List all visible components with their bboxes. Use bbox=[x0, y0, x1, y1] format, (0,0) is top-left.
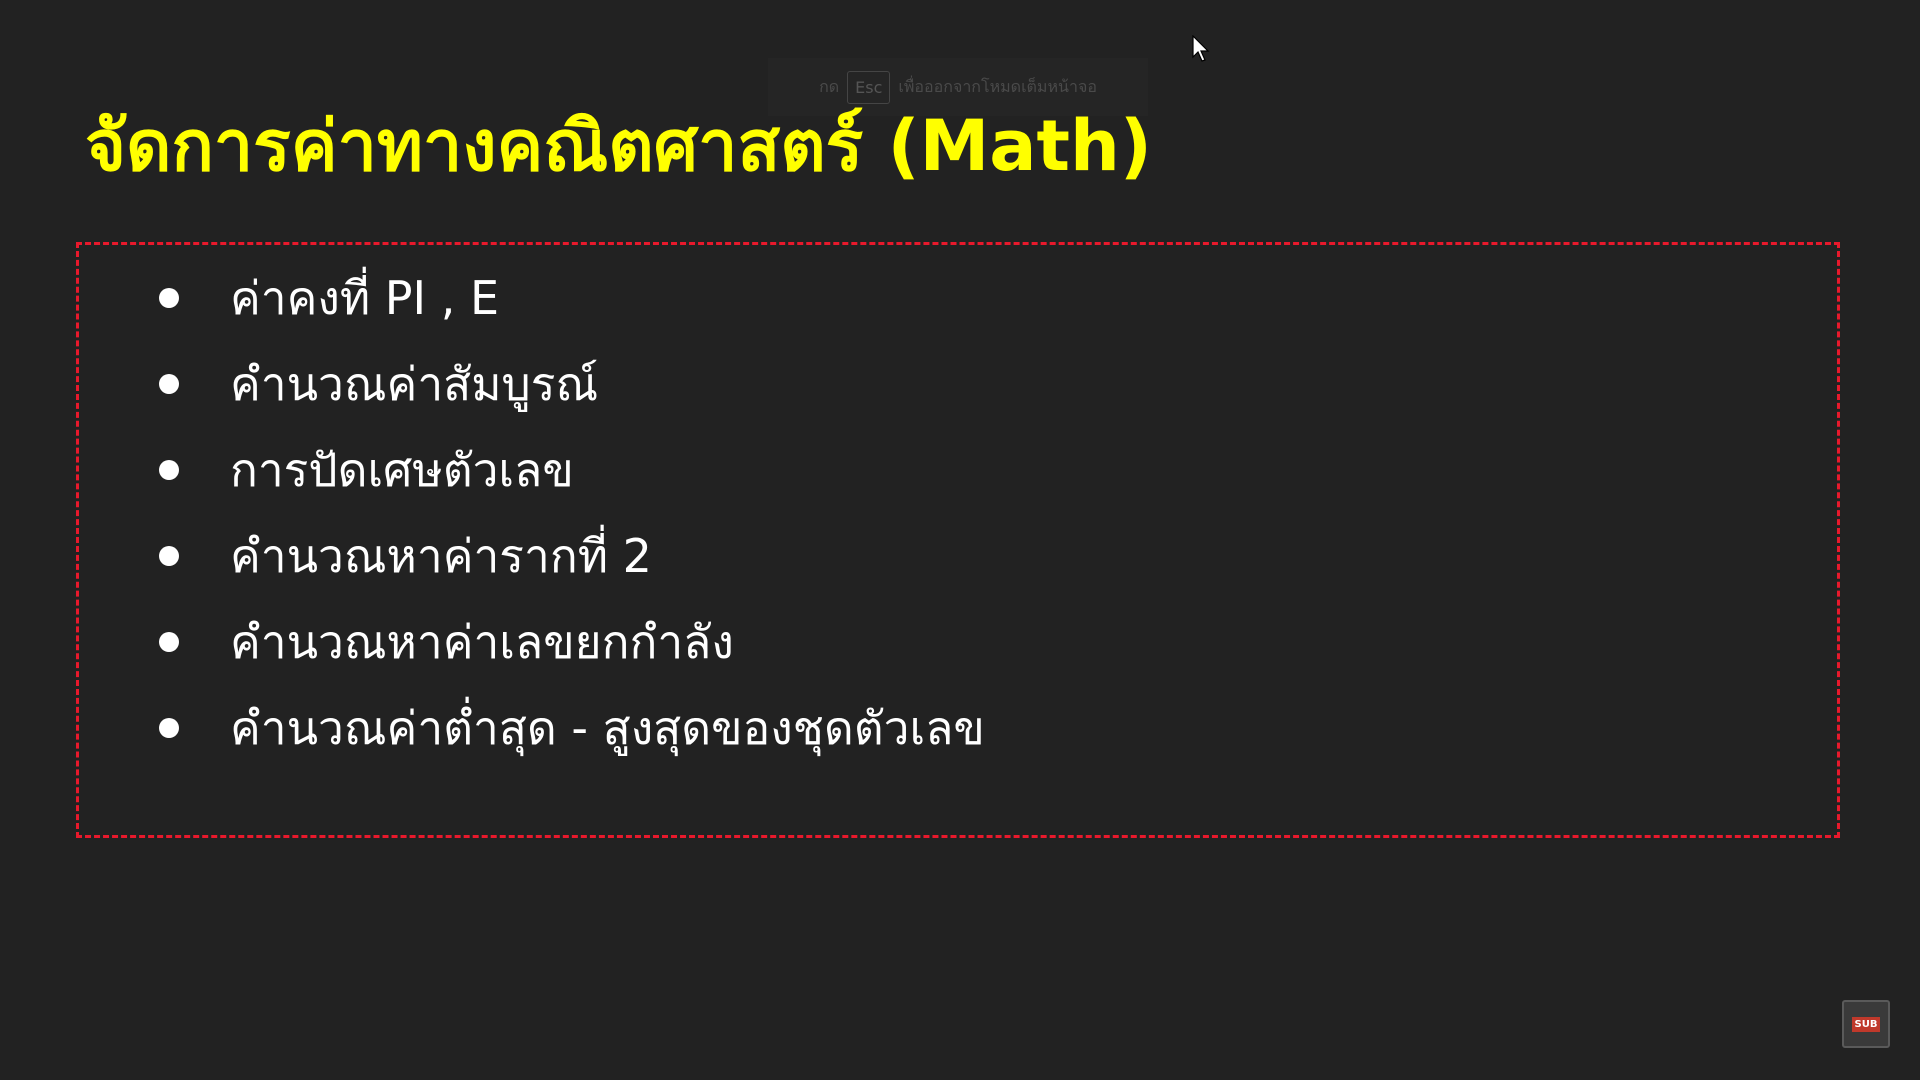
list-item-text: ค่าคงที่ PI , E bbox=[230, 270, 500, 325]
bullet-dot-icon bbox=[159, 288, 179, 308]
bullet-dot-icon bbox=[159, 546, 179, 566]
bullet-dot-icon bbox=[159, 718, 179, 738]
list-item: คำนวณค่าต่ำสุด - สูงสุดของชุดตัวเลข bbox=[119, 685, 985, 771]
list-item-text: คำนวณหาค่าเลขยกกำลัง bbox=[230, 614, 734, 669]
list-item-text: การปัดเศษตัวเลข bbox=[230, 442, 574, 497]
list-item: คำนวณหาค่าเลขยกกำลัง bbox=[119, 599, 985, 685]
fullscreen-hint-suffix: เพื่อออกจากโหมดเต็มหน้าจอ bbox=[898, 76, 1097, 96]
slide-title: จัดการค่าทางคณิตศาสตร์ (Math) bbox=[85, 105, 1152, 187]
list-item: คำนวณหาค่ารากที่ 2 bbox=[119, 513, 985, 599]
list-item-text: คำนวณค่าสัมบูรณ์ bbox=[230, 356, 599, 411]
esc-key-badge: Esc bbox=[847, 70, 891, 104]
list-item: ค่าคงที่ PI , E bbox=[119, 255, 985, 341]
list-item-text: คำนวณหาค่ารากที่ 2 bbox=[230, 528, 652, 583]
subtitle-icon-label: SUB bbox=[1851, 1016, 1881, 1032]
list-item: คำนวณค่าสัมบูรณ์ bbox=[119, 341, 985, 427]
bullet-list: ค่าคงที่ PI , E คำนวณค่าสัมบูรณ์ การปัดเ… bbox=[119, 255, 985, 771]
list-item-text: คำนวณค่าต่ำสุด - สูงสุดของชุดตัวเลข bbox=[230, 700, 985, 755]
list-item: การปัดเศษตัวเลข bbox=[119, 427, 985, 513]
bullet-dot-icon bbox=[159, 374, 179, 394]
subtitle-icon[interactable]: SUB bbox=[1842, 1000, 1890, 1048]
bullet-dot-icon bbox=[159, 632, 179, 652]
mouse-cursor-icon bbox=[1192, 35, 1210, 62]
fullscreen-hint-prefix: กด bbox=[819, 76, 840, 96]
bullet-dot-icon bbox=[159, 460, 179, 480]
content-box: ค่าคงที่ PI , E คำนวณค่าสัมบูรณ์ การปัดเ… bbox=[76, 242, 1840, 838]
